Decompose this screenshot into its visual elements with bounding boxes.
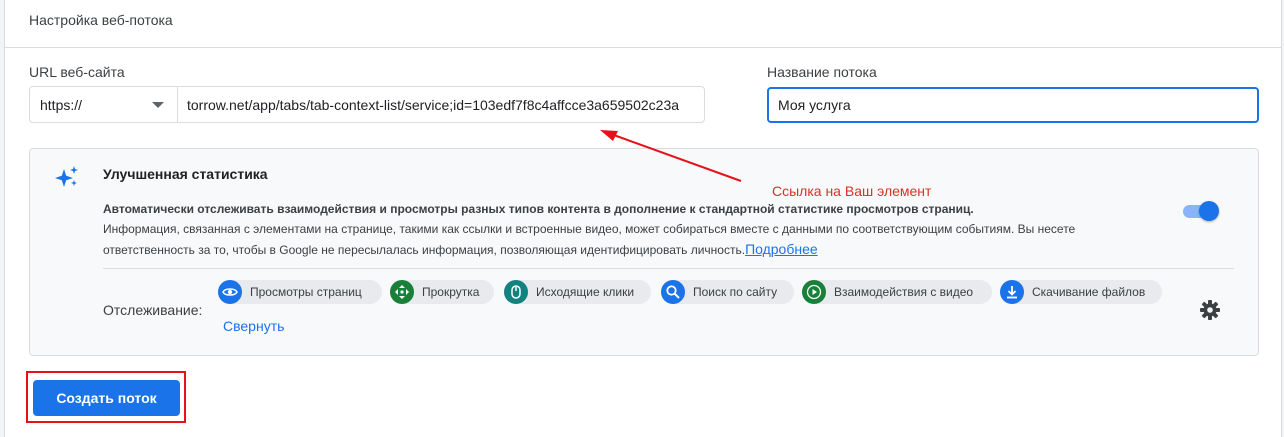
annotation-label: Ссылка на Ваш элемент: [772, 183, 932, 199]
web-stream-panel: Настройка веб-потока URL веб-сайта https…: [4, 0, 1282, 437]
annotation-arrow: [600, 130, 742, 182]
